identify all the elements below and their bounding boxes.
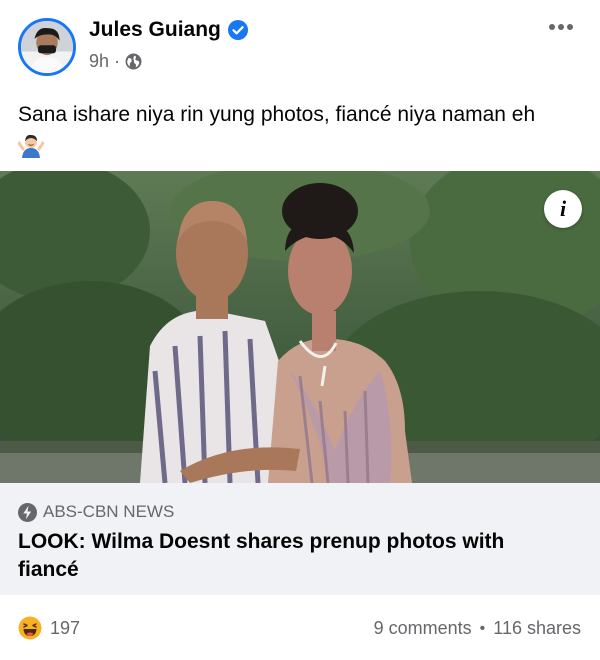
link-source-row: ABS-CBN NEWS	[18, 501, 582, 523]
link-source: ABS-CBN NEWS	[43, 502, 175, 521]
link-title[interactable]: LOOK: Wilma Doesnt shares prenup photos …	[18, 528, 558, 584]
lightning-bolt-icon	[18, 502, 37, 522]
post-time[interactable]: 9h	[89, 51, 109, 72]
post-text: Sana ishare niya rin yung photos, fiancé…	[18, 101, 584, 158]
haha-reaction-icon	[18, 616, 42, 640]
globe-icon[interactable]	[125, 53, 142, 70]
shares-count[interactable]: 116 shares	[493, 618, 581, 639]
more-options-icon[interactable]	[548, 22, 574, 32]
author-name-text[interactable]: Jules Guiang	[89, 18, 221, 42]
post-footer: 197 9 comments • 116 shares	[0, 608, 600, 652]
info-icon-button[interactable]: i	[544, 190, 582, 228]
author-name[interactable]: Jules Guiang	[89, 18, 248, 42]
comments-count[interactable]: 9 comments	[374, 618, 472, 639]
stats-separator: •	[479, 619, 486, 637]
link-preview-image[interactable]	[0, 171, 600, 483]
link-caption[interactable]: ABS-CBN NEWS LOOK: Wilma Doesnt shares p…	[0, 483, 600, 595]
post-header: Jules Guiang 9h ·	[0, 0, 600, 90]
reaction-count: 197	[50, 617, 81, 638]
meta-separator: ·	[114, 51, 121, 71]
post-meta: 9h ·	[89, 51, 142, 72]
reaction-summary[interactable]: 197	[18, 616, 80, 640]
verified-badge-icon	[227, 20, 248, 40]
post-stats: 9 comments • 116 shares	[374, 618, 581, 639]
couple-photo	[0, 171, 600, 483]
avatar-image	[21, 21, 73, 73]
post-text-content: Sana ishare niya rin yung photos, fiancé…	[18, 103, 536, 126]
author-avatar[interactable]	[18, 18, 76, 76]
info-icon: i	[559, 196, 567, 221]
shrug-emoji-icon	[18, 134, 44, 158]
